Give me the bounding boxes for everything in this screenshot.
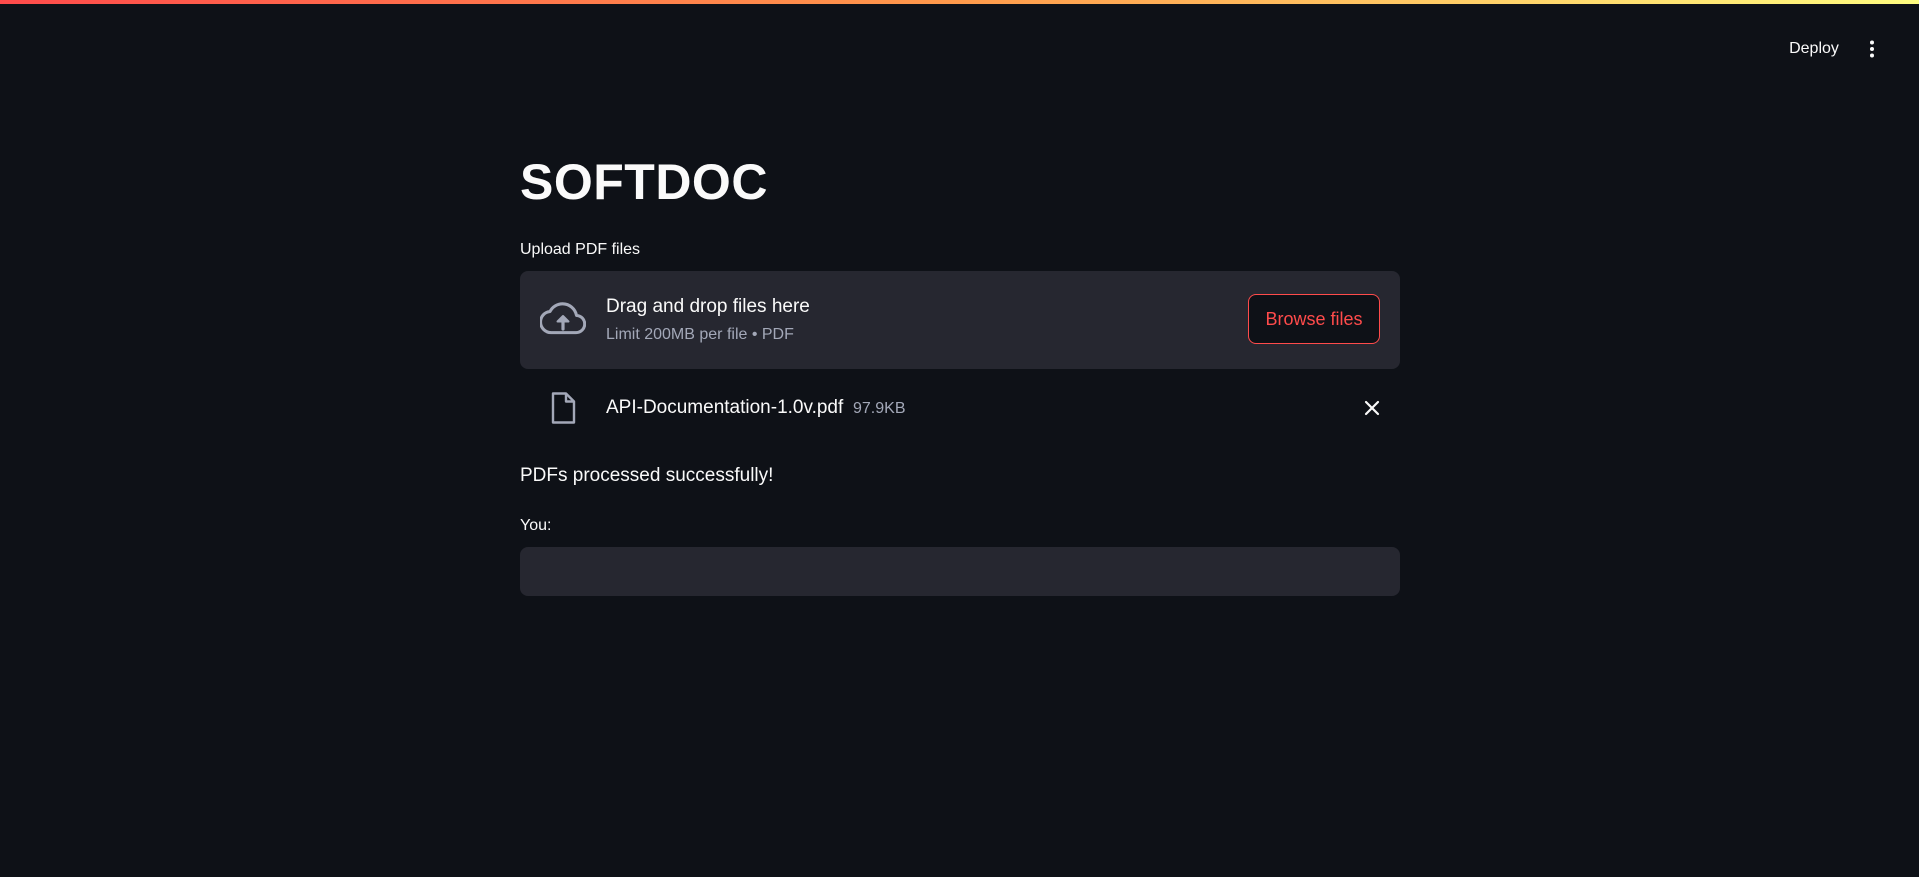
dropzone-title: Drag and drop files here (606, 296, 810, 317)
uploaded-file-item: API-Documentation-1.0v.pdf 97.9KB (520, 386, 1400, 430)
remove-file-button[interactable] (1358, 394, 1386, 422)
status-message: PDFs processed successfully! (520, 465, 774, 486)
main-menu-button[interactable] (1860, 34, 1884, 64)
page-title: SOFTDOC (520, 154, 768, 210)
chat-input-label: You: (520, 517, 552, 534)
uploader-label: Upload PDF files (520, 241, 641, 258)
cloud-upload-icon (540, 302, 586, 335)
deploy-button[interactable]: Deploy (1774, 34, 1854, 64)
vertical-dots-icon (1870, 40, 1874, 58)
file-dropzone[interactable]: Drag and drop files here Limit 200MB per… (520, 271, 1400, 369)
app-header: Deploy (0, 0, 1919, 76)
browse-files-button[interactable]: Browse files (1248, 294, 1380, 344)
close-icon (1364, 400, 1380, 416)
dropzone-limit-text: Limit 200MB per file • PDF (606, 326, 794, 343)
chat-input[interactable] (520, 547, 1400, 596)
file-icon (551, 392, 576, 424)
uploaded-file-size: 97.9KB (853, 400, 906, 417)
uploaded-file-name: API-Documentation-1.0v.pdf (606, 397, 844, 418)
